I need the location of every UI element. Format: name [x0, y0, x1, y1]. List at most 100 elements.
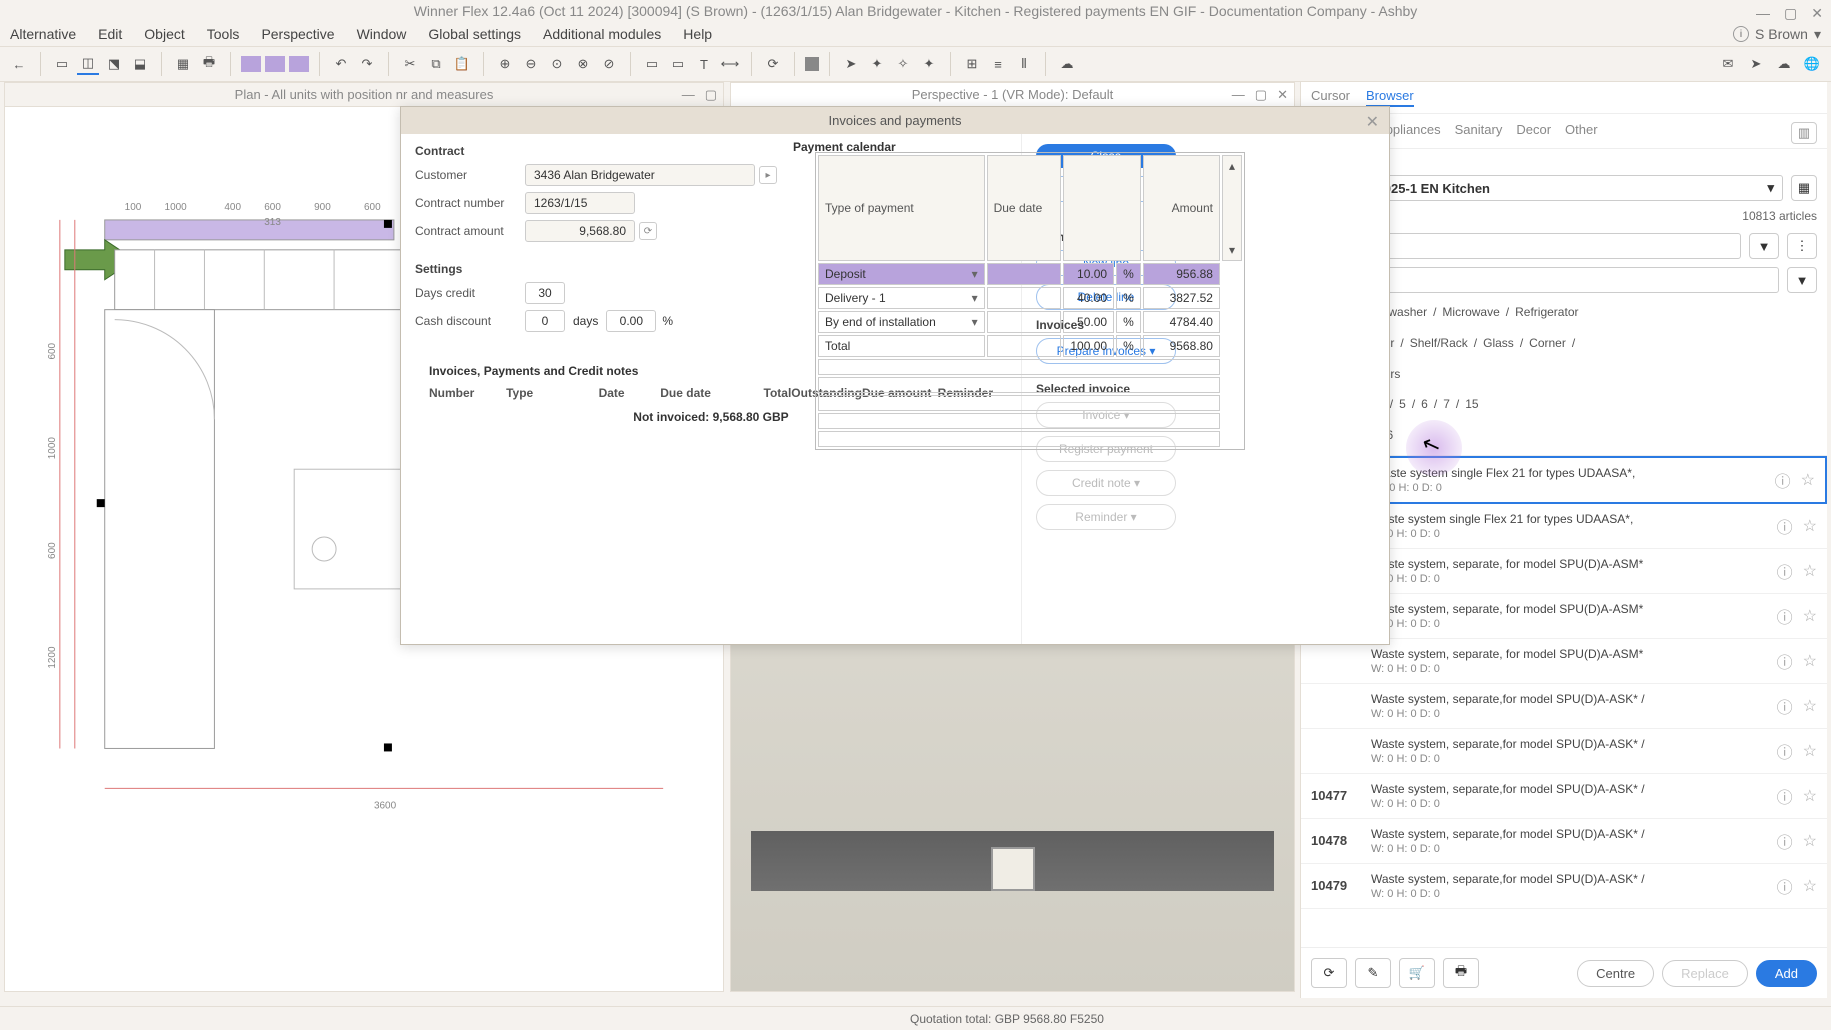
chip[interactable]: Refrigerator [1515, 301, 1578, 324]
star-icon[interactable]: ☆ [1803, 696, 1817, 716]
chip[interactable]: / [1520, 332, 1523, 355]
star-icon[interactable]: ☆ [1803, 516, 1817, 536]
footer-print-icon[interactable]: 🖶 [1443, 958, 1479, 988]
info-icon[interactable]: ⓘ [1777, 784, 1793, 808]
chip[interactable]: / [1456, 393, 1459, 416]
chip[interactable]: / [1506, 301, 1509, 324]
info-icon[interactable]: ⓘ [1777, 829, 1793, 853]
footer-refresh-icon[interactable]: ⟳ [1311, 958, 1347, 988]
info-icon[interactable]: ⓘ [1777, 739, 1793, 763]
plan-maximize-icon[interactable]: ▢ [705, 87, 717, 103]
centre-button[interactable]: Centre [1577, 960, 1654, 987]
calendar-row[interactable]: By end of installation 50.00 % 4784.40 [818, 311, 1242, 333]
chip[interactable]: 15 [1465, 393, 1478, 416]
tool-purple-1[interactable] [241, 56, 261, 72]
calendar-row[interactable]: Deposit 10.00 % 956.88 [818, 263, 1242, 285]
print-icon[interactable]: 🖶 [198, 53, 220, 75]
minimize-icon[interactable]: — [1756, 2, 1770, 24]
close-icon[interactable]: ✕ [1811, 2, 1823, 24]
tool-purple-3[interactable] [289, 56, 309, 72]
tool-t[interactable]: T [693, 53, 715, 75]
contract-amt-icon[interactable]: ⟳ [639, 222, 657, 240]
cal-pct[interactable]: 40.00 [1063, 287, 1114, 309]
layout-toggle-icon[interactable]: ▥ [1791, 122, 1817, 144]
cal-type[interactable]: Delivery - 1 [818, 287, 985, 309]
cal-amount[interactable]: 9568.80 [1143, 335, 1220, 357]
chip[interactable]: / [1412, 393, 1415, 416]
tool-fill[interactable] [805, 57, 819, 71]
paste-icon[interactable]: 📋 [451, 53, 473, 75]
footer-edit-icon[interactable]: ✎ [1355, 958, 1391, 988]
info-icon[interactable]: ⓘ [1775, 468, 1791, 492]
calendar-row[interactable]: Delivery - 1 40.00 % 3827.52 [818, 287, 1242, 309]
cal-due[interactable] [987, 311, 1062, 333]
plan-minimize-icon[interactable]: — [682, 87, 695, 103]
back-icon[interactable]: ← [8, 53, 30, 75]
tool-r1[interactable]: ▭ [641, 53, 663, 75]
tool-1[interactable]: ▭ [51, 53, 73, 75]
persp-close-icon[interactable]: ✕ [1277, 87, 1288, 103]
tool-s3[interactable]: ✦ [918, 53, 940, 75]
menu-alternative[interactable]: Alternative [10, 26, 76, 42]
globe-icon[interactable]: 🌐 [1801, 53, 1823, 75]
list-item[interactable]: 10477 Waste system, separate,for model S… [1301, 774, 1827, 819]
star-icon[interactable]: ☆ [1801, 470, 1815, 490]
cash-discount-pct-field[interactable]: 0.00 [606, 310, 656, 332]
top-tab-cursor[interactable]: Cursor [1311, 88, 1350, 107]
supplier-action-icon[interactable]: ▦ [1791, 175, 1817, 201]
cal-pct[interactable]: 50.00 [1063, 311, 1114, 333]
top-tab-browser[interactable]: Browser [1366, 88, 1414, 107]
tab-decor[interactable]: Decor [1516, 122, 1551, 144]
menu-help[interactable]: Help [683, 26, 712, 42]
menu-window[interactable]: Window [357, 26, 407, 42]
tool-purple-2[interactable] [265, 56, 285, 72]
cash-discount-days-field[interactable]: 0 [525, 310, 565, 332]
chip[interactable]: 5 [1399, 393, 1406, 416]
chip[interactable]: Corner [1529, 332, 1566, 355]
tool-c1[interactable]: ⊕ [494, 53, 516, 75]
star-icon[interactable]: ☆ [1803, 606, 1817, 626]
info-icon[interactable]: ⓘ [1777, 649, 1793, 673]
tool-s2[interactable]: ✧ [892, 53, 914, 75]
pointer-icon[interactable]: ➤ [840, 53, 862, 75]
star-icon[interactable]: ☆ [1803, 876, 1817, 896]
tool-c4[interactable]: ⊗ [572, 53, 594, 75]
filter-icon-2[interactable]: ▼ [1787, 267, 1817, 293]
cal-type[interactable]: Total [818, 335, 985, 357]
cal-due[interactable] [987, 335, 1062, 357]
menu-object[interactable]: Object [144, 26, 184, 42]
more-icon[interactable]: ⋮ [1787, 233, 1817, 259]
info-icon[interactable]: ⓘ [1777, 604, 1793, 628]
chip[interactable]: / [1433, 301, 1436, 324]
tool-c2[interactable]: ⊖ [520, 53, 542, 75]
menu-perspective[interactable]: Perspective [261, 26, 334, 42]
maximize-icon[interactable]: ▢ [1784, 2, 1797, 24]
star-icon[interactable]: ☆ [1803, 741, 1817, 761]
persp-maximize-icon[interactable]: ▢ [1255, 87, 1267, 103]
add-button[interactable]: Add [1756, 960, 1817, 987]
info-icon[interactable]: ⓘ [1777, 559, 1793, 583]
star-icon[interactable]: ☆ [1803, 786, 1817, 806]
menu-additional-modules[interactable]: Additional modules [543, 26, 661, 42]
footer-cart-icon[interactable]: 🛒 [1399, 958, 1435, 988]
tool-c5[interactable]: ⊘ [598, 53, 620, 75]
tool-s1[interactable]: ✦ [866, 53, 888, 75]
days-credit-field[interactable]: 30 [525, 282, 565, 304]
cal-type[interactable]: By end of installation [818, 311, 985, 333]
tab-sanitary[interactable]: Sanitary [1455, 122, 1503, 144]
info-icon[interactable]: ⓘ [1777, 874, 1793, 898]
tab-other[interactable]: Other [1565, 122, 1598, 144]
star-icon[interactable]: ☆ [1803, 561, 1817, 581]
tool-g1[interactable]: ⊞ [961, 53, 983, 75]
menu-tools[interactable]: Tools [207, 26, 240, 42]
tool-dim[interactable]: ⟷ [719, 53, 741, 75]
cloud-icon[interactable]: ☁ [1773, 53, 1795, 75]
chip[interactable]: / [1390, 393, 1393, 416]
tool-g2[interactable]: ≡ [987, 53, 1009, 75]
cal-pct[interactable]: 10.00 [1063, 263, 1114, 285]
star-icon[interactable]: ☆ [1803, 831, 1817, 851]
tool-r2[interactable]: ▭ [667, 53, 689, 75]
send-icon[interactable]: ➤ [1745, 53, 1767, 75]
mail-icon[interactable]: ✉ [1717, 53, 1739, 75]
undo-icon[interactable]: ↶ [330, 53, 352, 75]
